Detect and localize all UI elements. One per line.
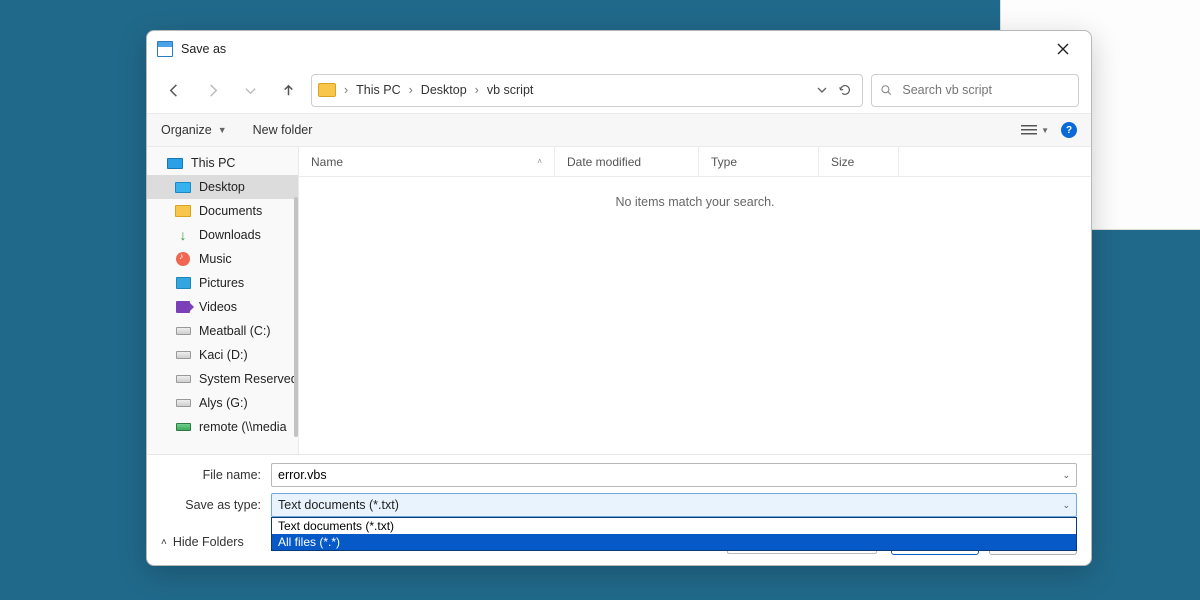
filename-input[interactable] (278, 468, 1062, 482)
column-type[interactable]: Type (699, 147, 819, 176)
sidebar-item-music[interactable]: Music (147, 247, 298, 271)
chevron-down-icon: ▼ (1041, 126, 1049, 135)
pc-icon (167, 158, 183, 169)
type-value: Text documents (*.txt) (278, 498, 399, 512)
sidebar-item-label: Kaci (D:) (199, 348, 248, 362)
pictures-icon (176, 277, 191, 289)
sidebar-item-network[interactable]: remote (\\media (147, 415, 298, 439)
recent-dropdown[interactable] (235, 75, 265, 105)
sidebar: This PC Desktop Documents ↓ Downloads Mu… (147, 147, 299, 454)
breadcrumb-folder[interactable]: vb script (483, 81, 538, 99)
filename-field[interactable]: ⌄ (271, 463, 1077, 487)
desktop-icon (175, 182, 191, 193)
view-menu[interactable]: ▼ (1021, 124, 1049, 136)
dialog-title: Save as (181, 42, 1043, 56)
organize-label: Organize (161, 123, 212, 137)
refresh-icon[interactable] (838, 83, 852, 97)
middle-pane: This PC Desktop Documents ↓ Downloads Mu… (147, 147, 1091, 454)
sidebar-item-pictures[interactable]: Pictures (147, 271, 298, 295)
new-folder-button[interactable]: New folder (253, 123, 313, 137)
search-input[interactable] (902, 83, 1070, 97)
bottom-panel: File name: ⌄ Save as type: Text document… (147, 454, 1091, 565)
sidebar-item-label: Desktop (199, 180, 245, 194)
sidebar-item-documents[interactable]: Documents (147, 199, 298, 223)
type-dropdown: Text documents (*.txt) All files (*.*) (271, 517, 1077, 551)
save-as-dialog: Save as › This PC › Desktop › vb script (146, 30, 1092, 566)
up-button[interactable] (273, 75, 303, 105)
filename-label: File name: (161, 468, 271, 482)
sidebar-scrollbar[interactable] (294, 197, 298, 437)
sidebar-item-label: Downloads (199, 228, 261, 242)
network-drive-icon (176, 423, 191, 431)
chevron-right-icon: › (342, 83, 350, 97)
chevron-up-icon: ˄ (161, 537, 167, 548)
documents-icon (175, 205, 191, 217)
music-icon (176, 252, 190, 266)
search-icon (880, 83, 892, 97)
type-label: Save as type: (161, 498, 271, 512)
hide-folders-label: Hide Folders (173, 535, 244, 549)
chevron-right-icon: › (407, 83, 415, 97)
sidebar-item-desktop[interactable]: Desktop (147, 175, 298, 199)
sidebar-item-drive-c[interactable]: Meatball (C:) (147, 319, 298, 343)
column-name[interactable]: Name ˄ (299, 147, 555, 176)
empty-message: No items match your search. (299, 177, 1091, 209)
list-view-icon (1021, 124, 1037, 136)
chevron-down-icon: ▼ (218, 125, 227, 135)
videos-icon (176, 301, 190, 313)
search-box[interactable] (871, 74, 1079, 107)
chevron-right-icon: › (473, 83, 481, 97)
notepad-icon (157, 41, 173, 57)
drive-icon (176, 399, 191, 407)
sidebar-item-drive-g[interactable]: Alys (G:) (147, 391, 298, 415)
drive-icon (176, 351, 191, 359)
column-size[interactable]: Size (819, 147, 899, 176)
sidebar-item-drive-d[interactable]: Kaci (D:) (147, 343, 298, 367)
file-list-area: Name ˄ Date modified Type Size No items … (299, 147, 1091, 454)
sort-indicator-icon: ˄ (537, 157, 542, 166)
chevron-down-icon[interactable]: ⌄ (1062, 470, 1070, 481)
drive-icon (176, 375, 191, 383)
chevron-down-icon[interactable] (816, 84, 828, 96)
sidebar-item-label: Alys (G:) (199, 396, 248, 410)
sidebar-item-label: Music (199, 252, 232, 266)
sidebar-item-label: Meatball (C:) (199, 324, 271, 338)
organize-menu[interactable]: Organize ▼ (161, 123, 227, 137)
forward-button[interactable] (197, 75, 227, 105)
chevron-down-icon[interactable]: ⌄ (1062, 500, 1070, 511)
close-button[interactable] (1043, 34, 1083, 64)
column-headers: Name ˄ Date modified Type Size (299, 147, 1091, 177)
sidebar-item-videos[interactable]: Videos (147, 295, 298, 319)
sidebar-item-label: Videos (199, 300, 237, 314)
sidebar-item-label: Documents (199, 204, 262, 218)
sidebar-item-label: This PC (191, 156, 235, 170)
breadcrumb-desktop[interactable]: Desktop (417, 81, 471, 99)
sidebar-item-thispc[interactable]: This PC (147, 151, 298, 175)
type-field[interactable]: Text documents (*.txt) ⌄ (271, 493, 1077, 517)
breadcrumb-thispc[interactable]: This PC (352, 81, 404, 99)
titlebar: Save as (147, 31, 1091, 67)
toolbar: Organize ▼ New folder ▼ ? (147, 113, 1091, 147)
sidebar-item-label: remote (\\media (199, 420, 287, 434)
download-icon: ↓ (175, 228, 191, 242)
hide-folders-button[interactable]: ˄ Hide Folders (161, 535, 244, 549)
sidebar-item-drive-sys[interactable]: System Reserved (147, 367, 298, 391)
column-label: Name (311, 155, 343, 169)
type-option-all[interactable]: All files (*.*) (272, 534, 1076, 550)
address-bar[interactable]: › This PC › Desktop › vb script (311, 74, 863, 107)
drive-icon (176, 327, 191, 335)
type-option-txt[interactable]: Text documents (*.txt) (272, 518, 1076, 534)
sidebar-item-label: System Reserved (199, 372, 298, 386)
folder-icon (318, 83, 336, 97)
nav-row: › This PC › Desktop › vb script (147, 67, 1091, 113)
sidebar-item-downloads[interactable]: ↓ Downloads (147, 223, 298, 247)
column-date[interactable]: Date modified (555, 147, 699, 176)
sidebar-item-label: Pictures (199, 276, 244, 290)
help-button[interactable]: ? (1061, 122, 1077, 138)
back-button[interactable] (159, 75, 189, 105)
